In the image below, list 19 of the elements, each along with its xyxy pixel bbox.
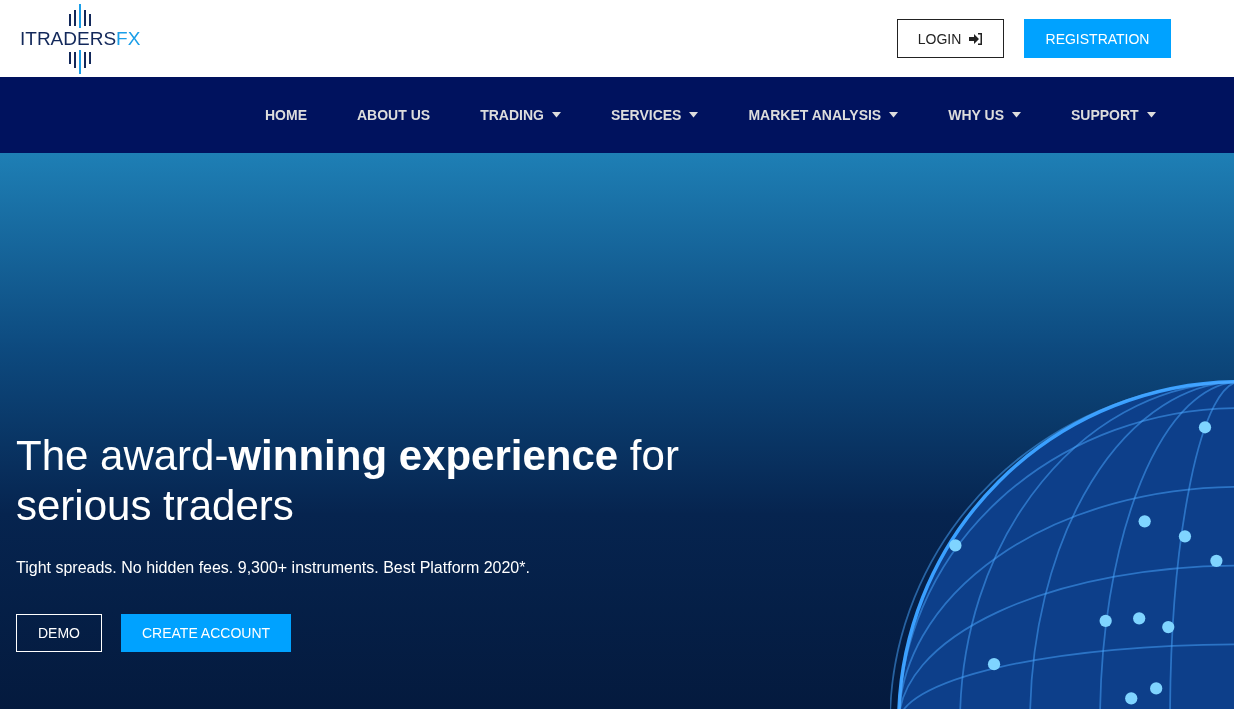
nav-link[interactable]: TRADING — [480, 107, 561, 123]
caret-icon — [889, 112, 899, 118]
demo-button[interactable]: DEMO — [16, 614, 102, 652]
caret-icon — [1146, 112, 1156, 118]
caret-icon — [1011, 112, 1021, 118]
login-button[interactable]: LOGIN — [897, 19, 1004, 58]
hero-subtitle: Tight spreads. No hidden fees. 9,300+ instruments. Best Platform 2020*. — [16, 559, 531, 577]
sign-in-icon — [969, 32, 984, 45]
nav-link[interactable]: SERVICES — [610, 107, 699, 123]
nav-link[interactable]: HOME — [265, 107, 307, 123]
logo[interactable]: ITRADERSFX — [17, 3, 144, 74]
nav-link[interactable]: ABOUT US — [357, 107, 431, 123]
nav-link[interactable]: MARKET ANALYSIS — [748, 107, 899, 123]
logo-text: ITRADERSFX — [19, 27, 142, 50]
hero-headline: The award-winning experience for serious traders — [16, 431, 680, 531]
nav-link[interactable]: SUPPORT — [1070, 107, 1156, 123]
nav-link[interactable]: WHY US — [948, 107, 1021, 123]
caret-icon — [551, 112, 561, 118]
caret-icon — [689, 112, 699, 118]
